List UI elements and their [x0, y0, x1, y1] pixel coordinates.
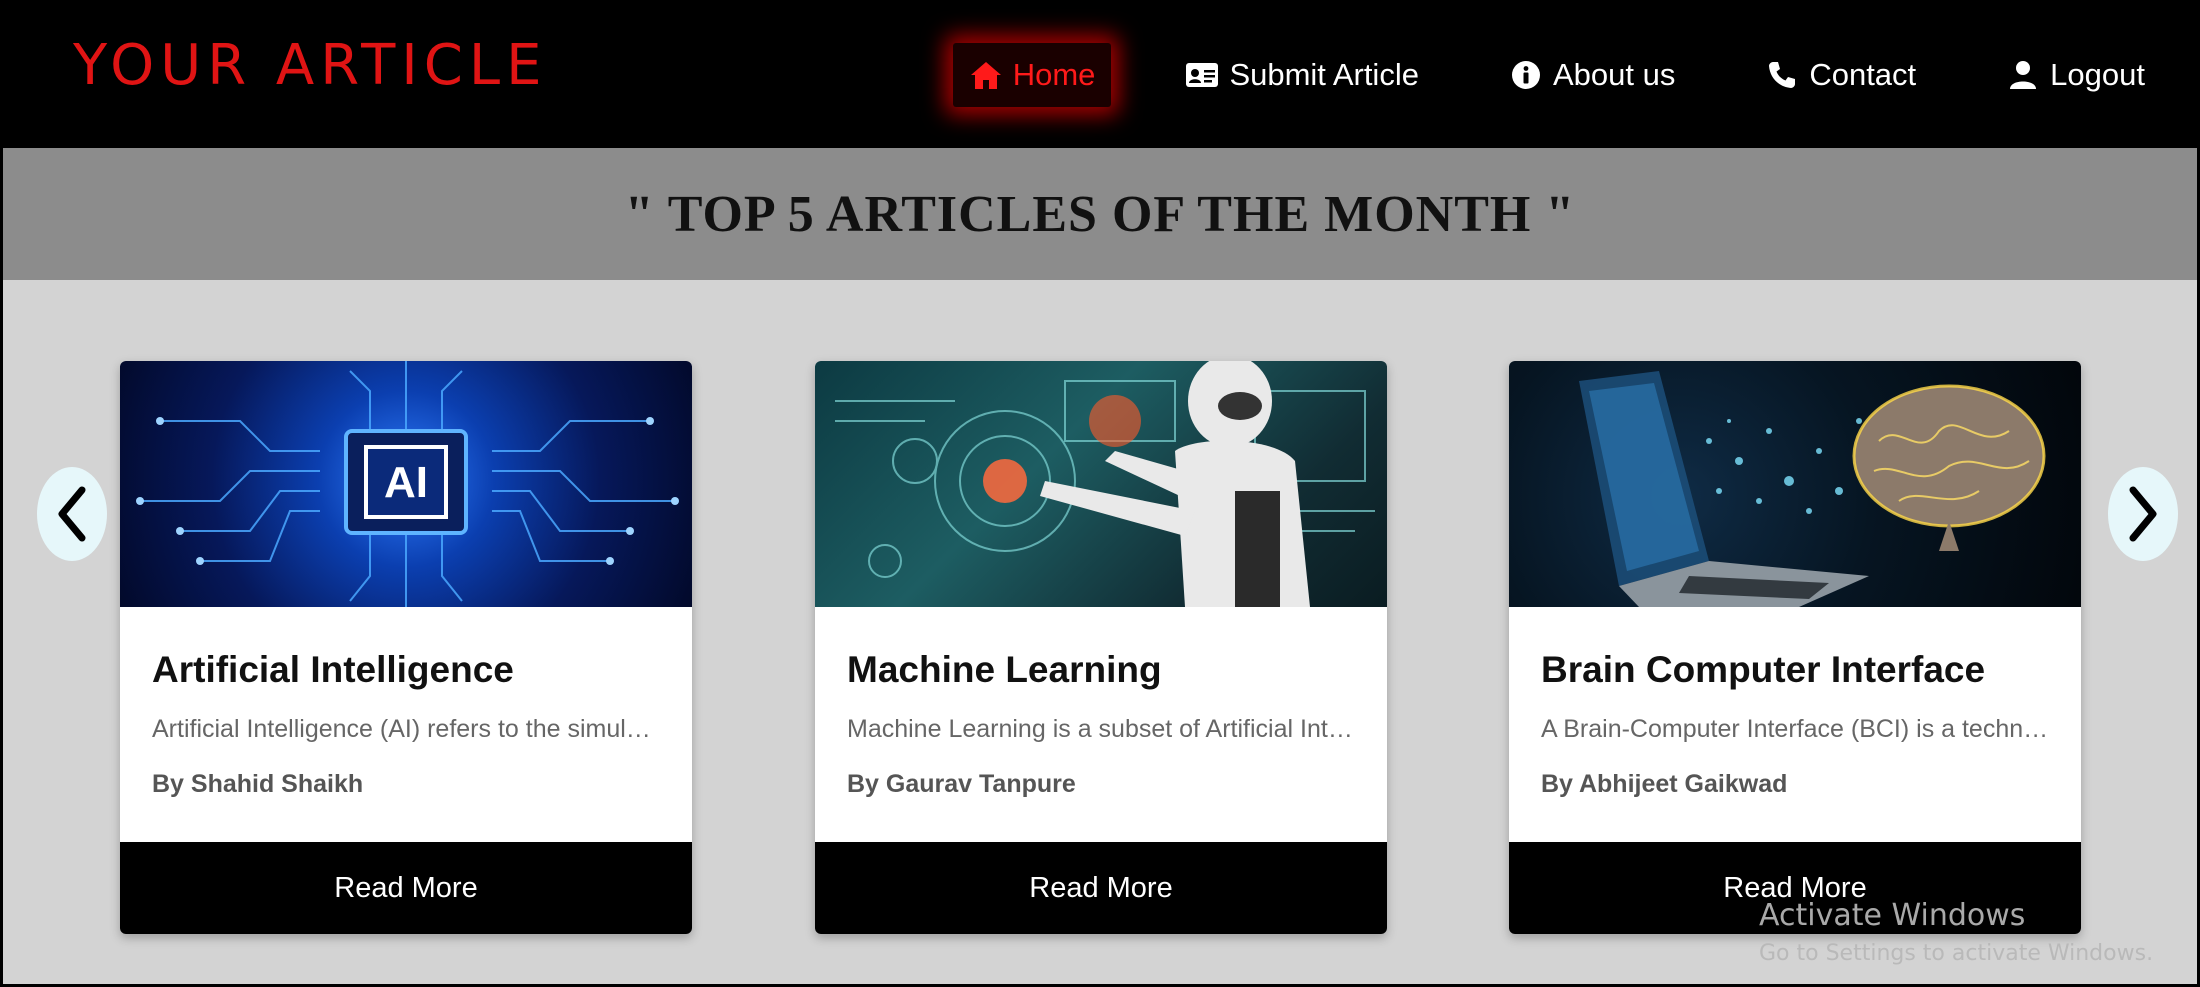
ai-chip-image: AI: [120, 361, 692, 607]
chevron-right-icon: [2129, 486, 2157, 542]
home-icon: [969, 58, 1003, 92]
read-more-button[interactable]: Read More: [120, 842, 692, 934]
main-nav: Home Submit Article About us Contact Log…: [952, 43, 2161, 107]
ai-image-label: AI: [384, 458, 428, 507]
nav-logout-label: Logout: [2050, 57, 2145, 92]
card-description: Machine Learning is a subset of Artifici…: [847, 715, 1355, 743]
nav-contact-label: Contact: [1809, 57, 1917, 92]
card-author: By Gaurav Tanpure: [847, 770, 1076, 798]
windows-activation-watermark: Activate Windows Go to Settings to activ…: [1759, 898, 2153, 966]
card-body: Brain Computer Interface A Brain-Compute…: [1509, 649, 2081, 799]
nav-about-us-label: About us: [1552, 57, 1676, 92]
brain-laptop-illustration: [1579, 371, 2046, 607]
robot-image: [815, 361, 1387, 607]
nav-submit-article[interactable]: Submit Article: [1169, 43, 1435, 107]
article-card: Brain Computer Interface A Brain-Compute…: [1509, 361, 2081, 934]
section-title: " TOP 5 ARTICLES OF THE MONTH ": [624, 185, 1576, 243]
robot-illustration: [835, 361, 1375, 607]
card-author: By Abhijeet Gaikwad: [1541, 770, 1788, 798]
site-logo[interactable]: YOUR ARTICLE: [73, 33, 547, 98]
brain-laptop-image: [1509, 361, 2081, 607]
card-description: Artificial Intelligence (AI) refers to t…: [152, 715, 660, 743]
watermark-title: Activate Windows: [1759, 898, 2026, 933]
carousel-prev-button[interactable]: [37, 467, 107, 561]
nav-about-us[interactable]: About us: [1493, 43, 1691, 107]
section-title-band: " TOP 5 ARTICLES OF THE MONTH ": [3, 148, 2197, 280]
article-card: AI Artificial Intelligence Artificial In…: [120, 361, 692, 934]
card-title: Machine Learning: [847, 649, 1162, 690]
article-card: Machine Learning Machine Learning is a s…: [815, 361, 1387, 934]
navbar: YOUR ARTICLE Home Submit Article About u…: [3, 3, 2197, 148]
circuit-illustration: AI: [136, 361, 679, 607]
card-body: Artificial Intelligence Artificial Intel…: [120, 649, 692, 799]
info-icon: [1509, 58, 1543, 92]
card-title: Artificial Intelligence: [152, 649, 514, 690]
user-icon: [2006, 58, 2040, 92]
read-more-button[interactable]: Read More: [815, 842, 1387, 934]
card-author: By Shahid Shaikh: [152, 770, 364, 798]
card-title: Brain Computer Interface: [1541, 649, 1986, 690]
nav-home[interactable]: Home: [952, 43, 1112, 107]
card-body: Machine Learning Machine Learning is a s…: [815, 649, 1387, 799]
id-card-icon: [1185, 58, 1219, 92]
page-frame: YOUR ARTICLE Home Submit Article About u…: [0, 0, 2200, 987]
nav-home-label: Home: [1012, 57, 1096, 92]
card-description: A Brain-Computer Interface (BCI) is a te…: [1541, 715, 2049, 743]
nav-logout[interactable]: Logout: [1990, 43, 2161, 107]
nav-submit-article-label: Submit Article: [1229, 57, 1419, 92]
watermark-subtitle: Go to Settings to activate Windows.: [1759, 941, 2154, 966]
carousel-next-button[interactable]: [2108, 467, 2178, 561]
nav-contact[interactable]: Contact: [1749, 43, 1932, 107]
phone-icon: [1765, 58, 1799, 92]
chevron-left-icon: [58, 486, 86, 542]
